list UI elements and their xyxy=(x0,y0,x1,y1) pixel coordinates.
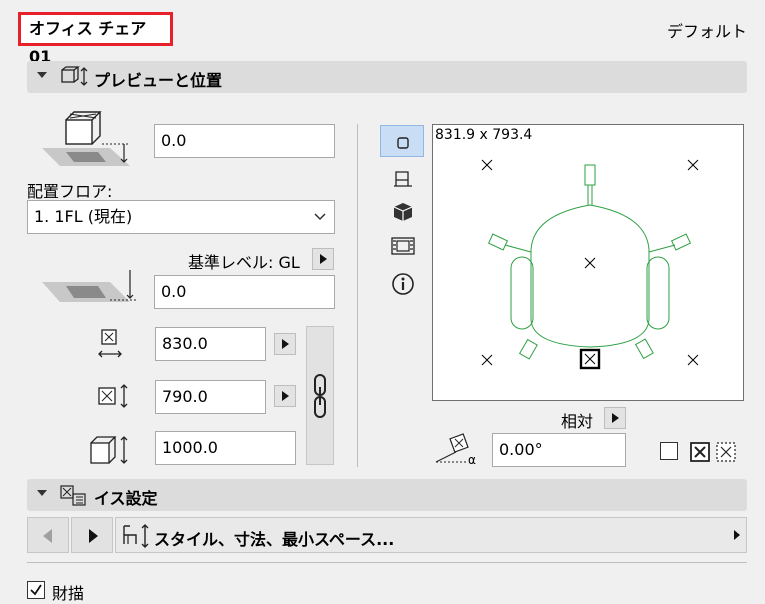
depth-input[interactable]: 790.0 xyxy=(155,380,266,414)
elevation-input[interactable]: 0.0 xyxy=(154,275,335,309)
reference-level-label: 基準レベル: GL xyxy=(188,253,300,272)
object-title: オフィス チェア 01 xyxy=(18,12,173,66)
chair-settings-icon xyxy=(59,483,89,511)
collapse-arrow-icon[interactable] xyxy=(37,72,47,78)
chain-link-icon xyxy=(312,373,328,423)
chair-dimension-icon xyxy=(120,523,152,553)
info-button[interactable] xyxy=(380,268,424,300)
plan-view-button[interactable] xyxy=(380,125,424,157)
film-strip-icon xyxy=(390,235,416,261)
default-label: デフォルト xyxy=(666,22,747,41)
play-right-icon xyxy=(282,339,289,349)
depth-icon xyxy=(96,383,132,413)
depth-options-button[interactable] xyxy=(274,385,296,407)
height-icon xyxy=(88,433,132,471)
offset-icon xyxy=(40,108,136,174)
width-input[interactable]: 830.0 xyxy=(155,327,266,361)
preview-position-icon xyxy=(59,65,91,93)
width-options-button[interactable] xyxy=(274,333,296,355)
floor-label: 配置フロア: xyxy=(27,182,113,201)
film-view-button[interactable] xyxy=(380,230,424,262)
height-input[interactable]: 1000.0 xyxy=(155,431,296,465)
angle-input[interactable]: 0.00° xyxy=(492,433,626,467)
collapse-arrow-icon[interactable] xyxy=(37,490,47,496)
square-plan-icon xyxy=(396,135,410,154)
relative-label: 相対 xyxy=(561,412,594,431)
svg-text:α: α xyxy=(468,453,476,467)
floor-select-value: 1. 1FL (現在) xyxy=(34,207,133,226)
cube-3d-icon xyxy=(392,201,414,227)
arrow-right-icon xyxy=(89,529,98,543)
mirror-dashed-toggle-icon[interactable] xyxy=(716,442,736,466)
panel-divider xyxy=(357,124,358,467)
expand-right-icon xyxy=(734,530,740,540)
style-page-label: スタイル、寸法、最小スペース... xyxy=(154,530,395,549)
preview-section-header[interactable]: プレビューと位置 xyxy=(27,61,747,93)
reference-level-button[interactable] xyxy=(312,248,334,270)
play-right-icon xyxy=(320,254,327,264)
arrow-left-icon xyxy=(43,529,52,543)
chair-settings-section-header[interactable]: イス設定 xyxy=(27,479,747,511)
style-nav-row: スタイル、寸法、最小スペース... xyxy=(27,517,747,553)
info-icon xyxy=(391,272,415,300)
preview-section-title: プレビューと位置 xyxy=(94,71,223,90)
elevation-view-button[interactable] xyxy=(380,162,424,194)
style-page-selector[interactable]: スタイル、寸法、最小スペース... xyxy=(115,517,747,553)
3d-view-button[interactable] xyxy=(380,196,424,228)
rotation-angle-icon: α xyxy=(432,430,488,474)
next-page-button[interactable] xyxy=(71,517,113,553)
floor-select[interactable]: 1. 1FL (現在) xyxy=(27,200,335,234)
plan-preview-canvas[interactable]: 831.9 x 793.4 xyxy=(432,124,744,401)
partial-row-label: 財描 xyxy=(52,584,85,603)
offset-input[interactable]: 0.0 xyxy=(154,124,335,158)
play-right-icon xyxy=(612,413,619,423)
elevation-icon xyxy=(40,268,136,312)
mirror-checkbox[interactable] xyxy=(660,442,678,460)
check-icon xyxy=(30,584,42,596)
play-right-icon xyxy=(282,391,289,401)
prev-page-button[interactable] xyxy=(27,517,69,553)
bottom-separator xyxy=(27,562,747,563)
link-proportions-button[interactable] xyxy=(306,326,334,465)
section-view-icon xyxy=(392,168,414,194)
width-icon xyxy=(97,328,123,366)
relative-options-button[interactable] xyxy=(604,407,626,429)
chair-settings-title: イス設定 xyxy=(94,489,158,508)
mirror-x-toggle-icon[interactable] xyxy=(690,442,710,466)
partial-checkbox[interactable] xyxy=(27,581,45,599)
chair-plan-drawing xyxy=(481,159,699,370)
chevron-down-icon xyxy=(314,201,326,244)
